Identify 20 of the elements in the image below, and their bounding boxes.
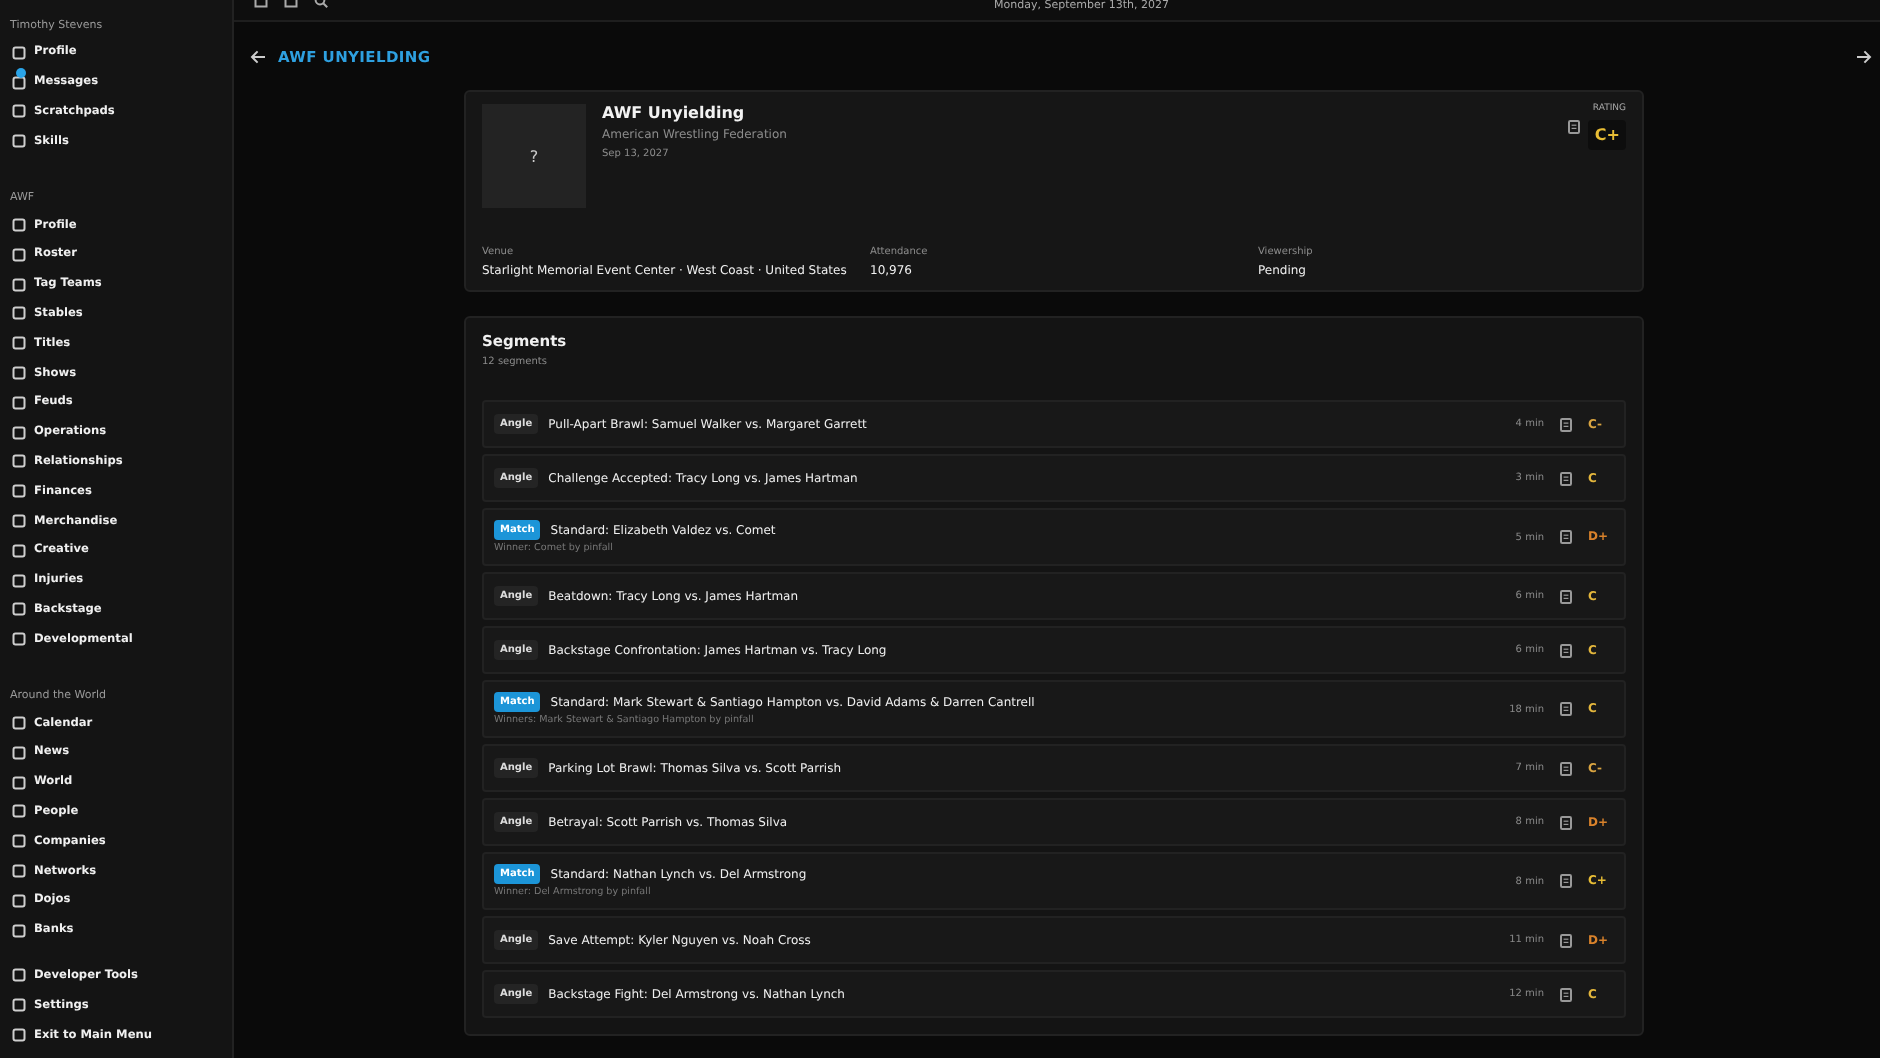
clipboard-icon <box>1560 530 1572 544</box>
clipboard-icon <box>1560 417 1572 431</box>
forward-button[interactable] <box>1856 49 1872 63</box>
square-outline-icon <box>11 1028 25 1042</box>
clipboard-icon <box>1560 643 1572 657</box>
left-arrow-icon <box>250 49 266 63</box>
clipboard-icon <box>1560 471 1572 485</box>
clipboard-icon <box>1560 987 1572 1001</box>
show-name: AWF Unyielding <box>602 104 747 122</box>
clipboard-icon <box>1560 815 1572 829</box>
right-arrow-icon <box>1856 49 1872 63</box>
rating-badge: C+ <box>1588 120 1626 150</box>
clipboard-icon <box>1568 120 1581 134</box>
clipboard-icon <box>1560 589 1572 603</box>
clipboard-icon <box>1560 933 1572 947</box>
clipboard-icon <box>1560 761 1572 775</box>
clipboard-icon <box>1560 874 1572 888</box>
back-button[interactable] <box>250 49 266 63</box>
question-mark: ? <box>529 147 539 165</box>
clipboard-icon <box>1560 702 1572 716</box>
